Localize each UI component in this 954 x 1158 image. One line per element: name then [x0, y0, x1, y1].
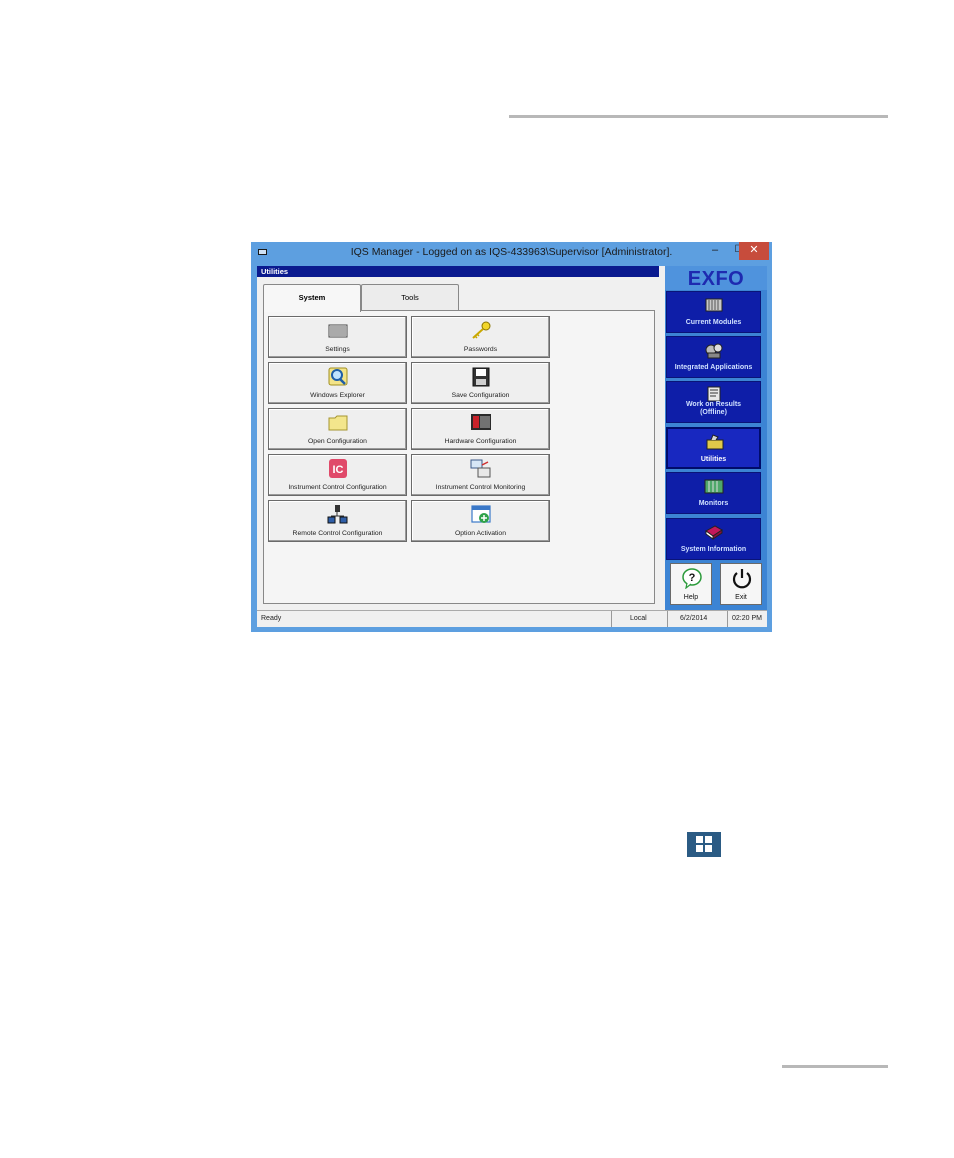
svg-text:IC: IC [333, 464, 344, 476]
floppy-disk-icon [470, 367, 492, 387]
exit-label: Exit [735, 594, 747, 601]
option-activation-button[interactable]: Option Activation [411, 500, 550, 542]
navigation-sidebar: EXFO Current Modules Integrated Applicat… [665, 266, 767, 627]
tile-label: Instrument Control Configuration [288, 484, 387, 491]
title-bar: IQS Manager - Logged on as IQS-433963\Su… [251, 242, 772, 264]
hardware-icon [470, 413, 492, 433]
status-bar: Ready Local 6/2/2014 02:20 PM [257, 610, 767, 627]
settings-icon [327, 321, 349, 341]
status-text: Ready [261, 615, 282, 622]
nav-label: Monitors [698, 500, 729, 507]
add-window-icon [470, 505, 492, 525]
settings-button[interactable]: Settings [268, 316, 407, 358]
nav-monitors[interactable]: Monitors [666, 472, 761, 514]
instrument-control-monitoring-button[interactable]: Instrument Control Monitoring [411, 454, 550, 496]
instrument-control-configuration-button[interactable]: IC Instrument Control Configuration [268, 454, 407, 496]
applications-icon [703, 341, 725, 359]
exit-button[interactable]: Exit [720, 563, 762, 605]
page-bottom-rule [782, 1065, 888, 1068]
tab-tools[interactable]: Tools [361, 284, 459, 310]
key-icon [470, 321, 492, 341]
exfo-logo: EXFO [665, 266, 767, 290]
passwords-button[interactable]: Passwords [411, 316, 550, 358]
nav-label: Utilities [700, 456, 727, 463]
folder-icon [327, 413, 349, 433]
iqs-manager-window: IQS Manager - Logged on as IQS-433963\Su… [251, 242, 772, 632]
help-icon: ? [681, 567, 703, 590]
modules-icon [703, 296, 725, 314]
nav-work-on-results[interactable]: Work on Results (Offline) [666, 381, 761, 423]
tile-label: Open Configuration [308, 438, 367, 445]
page-top-rule [509, 115, 888, 118]
tile-label: Passwords [463, 346, 498, 353]
nav-system-information[interactable]: System Information [666, 518, 761, 560]
help-label: Help [683, 594, 699, 601]
hardware-configuration-button[interactable]: Hardware Configuration [411, 408, 550, 450]
windows-logo-icon [687, 832, 721, 857]
nav-current-modules[interactable]: Current Modules [666, 291, 761, 333]
status-time: 02:20 PM [727, 611, 767, 627]
magnifier-icon [327, 367, 349, 387]
nav-label: Current Modules [685, 319, 742, 326]
nav-label: Work on Results (Offline) [667, 401, 760, 417]
tile-label: Instrument Control Monitoring [435, 484, 526, 491]
tile-label: Hardware Configuration [444, 438, 517, 445]
nav-label-line1: Work on Results [685, 401, 742, 408]
tile-label: Settings [325, 346, 350, 353]
svg-text:?: ? [689, 572, 696, 584]
tile-label: Windows Explorer [310, 392, 365, 399]
windows-explorer-button[interactable]: Windows Explorer [268, 362, 407, 404]
window-title: IQS Manager - Logged on as IQS-433963\Su… [350, 246, 673, 258]
open-configuration-button[interactable]: Open Configuration [268, 408, 407, 450]
tab-system[interactable]: System [263, 284, 361, 312]
toolbox-icon [704, 433, 726, 451]
monitors-icon [703, 477, 725, 495]
nav-utilities[interactable]: Utilities [666, 427, 761, 469]
help-button[interactable]: ? Help [670, 563, 712, 605]
panel-header: Utilities [257, 266, 659, 277]
nav-label: Integrated Applications [674, 364, 753, 371]
power-icon [731, 567, 753, 589]
ic-icon: IC [327, 459, 349, 479]
client-area: Utilities System Tools Settings Password… [257, 266, 767, 627]
system-tab-panel: Settings Passwords Windows Explorer Save… [263, 310, 655, 604]
book-icon [703, 523, 725, 541]
status-date: 6/2/2014 [667, 611, 727, 627]
close-button[interactable]: ✕ [739, 242, 769, 260]
tile-label: Option Activation [454, 530, 506, 537]
minimize-button[interactable]: – [703, 242, 727, 260]
tile-label: Remote Control Configuration [292, 530, 383, 537]
nav-integrated-applications[interactable]: Integrated Applications [666, 336, 761, 378]
nav-label: System Information [680, 546, 747, 553]
remote-control-configuration-button[interactable]: Remote Control Configuration [268, 500, 407, 542]
save-configuration-button[interactable]: Save Configuration [411, 362, 550, 404]
tile-label: Save Configuration [451, 392, 510, 399]
nav-label-line2: (Offline) [700, 409, 727, 416]
network-icon [327, 505, 349, 525]
status-mode: Local [611, 611, 667, 627]
monitoring-icon [470, 459, 492, 479]
